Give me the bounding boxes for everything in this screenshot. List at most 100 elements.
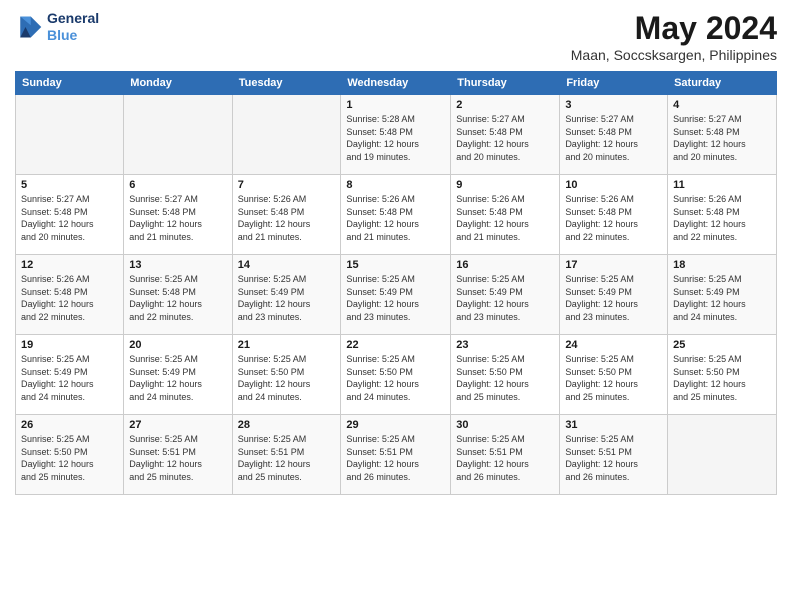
- day-number: 27: [129, 419, 226, 431]
- title-block: May 2024 Maan, Soccsksargen, Philippines: [571, 10, 777, 63]
- day-cell: 19 Sunrise: 5:25 AM Sunset: 5:49 PM Dayli…: [16, 335, 124, 415]
- day-number: 30: [456, 419, 554, 431]
- day-number: 19: [21, 339, 118, 351]
- day-info: Sunrise: 5:27 AM Sunset: 5:48 PM Dayligh…: [21, 193, 118, 243]
- day-number: 13: [129, 259, 226, 271]
- day-info: Sunrise: 5:25 AM Sunset: 5:48 PM Dayligh…: [129, 273, 226, 323]
- day-info: Sunrise: 5:26 AM Sunset: 5:48 PM Dayligh…: [21, 273, 118, 323]
- day-cell: 7 Sunrise: 5:26 AM Sunset: 5:48 PM Daylig…: [232, 175, 341, 255]
- day-cell: 27 Sunrise: 5:25 AM Sunset: 5:51 PM Dayli…: [124, 415, 232, 495]
- day-number: 18: [673, 259, 771, 271]
- day-cell: 11 Sunrise: 5:26 AM Sunset: 5:48 PM Dayli…: [668, 175, 777, 255]
- day-number: 8: [346, 179, 445, 191]
- day-cell: 4Sunrise: 5:27 AM Sunset: 5:48 PM Daylig…: [668, 95, 777, 175]
- day-cell: 22Sunrise: 5:25 AM Sunset: 5:50 PM Dayli…: [341, 335, 451, 415]
- day-number: 5: [21, 179, 118, 191]
- day-info: Sunrise: 5:26 AM Sunset: 5:48 PM Dayligh…: [238, 193, 336, 243]
- day-number: 22: [346, 339, 445, 351]
- day-cell: 21 Sunrise: 5:25 AM Sunset: 5:50 PM Dayli…: [232, 335, 341, 415]
- day-number: 20: [129, 339, 226, 351]
- day-cell: 20 Sunrise: 5:25 AM Sunset: 5:49 PM Dayli…: [124, 335, 232, 415]
- day-number: 14: [238, 259, 336, 271]
- day-header-tuesday: Tuesday: [232, 72, 341, 95]
- day-header-sunday: Sunday: [16, 72, 124, 95]
- day-header-thursday: Thursday: [451, 72, 560, 95]
- day-cell: 26 Sunrise: 5:25 AM Sunset: 5:50 PM Dayli…: [16, 415, 124, 495]
- day-cell: 30 Sunrise: 5:25 AM Sunset: 5:51 PM Dayli…: [451, 415, 560, 495]
- day-cell: 2 Sunrise: 5:27 AM Sunset: 5:48 PM Daylig…: [451, 95, 560, 175]
- logo-line1: General: [47, 10, 99, 27]
- day-number: 28: [238, 419, 336, 431]
- day-number: 9: [456, 179, 554, 191]
- day-cell: 17 Sunrise: 5:25 AM Sunset: 5:49 PM Dayli…: [560, 255, 668, 335]
- day-header-monday: Monday: [124, 72, 232, 95]
- day-info: Sunrise: 5:25 AM Sunset: 5:50 PM Dayligh…: [21, 433, 118, 483]
- day-cell: 18 Sunrise: 5:25 AM Sunset: 5:49 PM Dayli…: [668, 255, 777, 335]
- day-header-saturday: Saturday: [668, 72, 777, 95]
- day-cell: 15Sunrise: 5:25 AM Sunset: 5:49 PM Dayli…: [341, 255, 451, 335]
- week-row-5: 26 Sunrise: 5:25 AM Sunset: 5:50 PM Dayli…: [16, 415, 777, 495]
- day-number: 23: [456, 339, 554, 351]
- day-number: 2: [456, 99, 554, 111]
- day-info: Sunrise: 5:26 AM Sunset: 5:48 PM Dayligh…: [673, 193, 771, 243]
- day-cell: 6Sunrise: 5:27 AM Sunset: 5:48 PM Daylig…: [124, 175, 232, 255]
- main-title: May 2024: [571, 10, 777, 47]
- day-info: Sunrise: 5:25 AM Sunset: 5:50 PM Dayligh…: [673, 353, 771, 403]
- day-cell: 1Sunrise: 5:28 AM Sunset: 5:48 PM Daylig…: [341, 95, 451, 175]
- day-info: Sunrise: 5:26 AM Sunset: 5:48 PM Dayligh…: [456, 193, 554, 243]
- day-info: Sunrise: 5:25 AM Sunset: 5:49 PM Dayligh…: [129, 353, 226, 403]
- day-info: Sunrise: 5:26 AM Sunset: 5:48 PM Dayligh…: [565, 193, 662, 243]
- day-number: 17: [565, 259, 662, 271]
- day-number: 1: [346, 99, 445, 111]
- day-info: Sunrise: 5:25 AM Sunset: 5:50 PM Dayligh…: [238, 353, 336, 403]
- logo-text: General Blue: [47, 10, 99, 44]
- page: General Blue May 2024 Maan, Soccsksargen…: [0, 0, 792, 612]
- day-cell: [232, 95, 341, 175]
- day-info: Sunrise: 5:25 AM Sunset: 5:49 PM Dayligh…: [238, 273, 336, 323]
- day-header-friday: Friday: [560, 72, 668, 95]
- day-cell: 25 Sunrise: 5:25 AM Sunset: 5:50 PM Dayli…: [668, 335, 777, 415]
- day-info: Sunrise: 5:25 AM Sunset: 5:49 PM Dayligh…: [456, 273, 554, 323]
- day-cell: 12 Sunrise: 5:26 AM Sunset: 5:48 PM Dayli…: [16, 255, 124, 335]
- day-number: 7: [238, 179, 336, 191]
- day-header-wednesday: Wednesday: [341, 72, 451, 95]
- day-cell: 28 Sunrise: 5:25 AM Sunset: 5:51 PM Dayli…: [232, 415, 341, 495]
- day-cell: 5 Sunrise: 5:27 AM Sunset: 5:48 PM Daylig…: [16, 175, 124, 255]
- header: General Blue May 2024 Maan, Soccsksargen…: [15, 10, 777, 63]
- day-number: 21: [238, 339, 336, 351]
- day-info: Sunrise: 5:25 AM Sunset: 5:51 PM Dayligh…: [238, 433, 336, 483]
- day-cell: [124, 95, 232, 175]
- day-number: 24: [565, 339, 662, 351]
- calendar: SundayMondayTuesdayWednesdayThursdayFrid…: [15, 71, 777, 495]
- day-info: Sunrise: 5:27 AM Sunset: 5:48 PM Dayligh…: [456, 113, 554, 163]
- logo: General Blue: [15, 10, 99, 44]
- week-row-1: 1Sunrise: 5:28 AM Sunset: 5:48 PM Daylig…: [16, 95, 777, 175]
- day-cell: 10Sunrise: 5:26 AM Sunset: 5:48 PM Dayli…: [560, 175, 668, 255]
- day-info: Sunrise: 5:25 AM Sunset: 5:50 PM Dayligh…: [565, 353, 662, 403]
- day-number: 25: [673, 339, 771, 351]
- logo-icon: [15, 13, 43, 41]
- day-number: 12: [21, 259, 118, 271]
- day-cell: 14 Sunrise: 5:25 AM Sunset: 5:49 PM Dayli…: [232, 255, 341, 335]
- day-number: 11: [673, 179, 771, 191]
- day-cell: 24 Sunrise: 5:25 AM Sunset: 5:50 PM Dayli…: [560, 335, 668, 415]
- day-info: Sunrise: 5:25 AM Sunset: 5:49 PM Dayligh…: [565, 273, 662, 323]
- day-info: Sunrise: 5:25 AM Sunset: 5:49 PM Dayligh…: [21, 353, 118, 403]
- day-cell: 31Sunrise: 5:25 AM Sunset: 5:51 PM Dayli…: [560, 415, 668, 495]
- day-cell: 16 Sunrise: 5:25 AM Sunset: 5:49 PM Dayli…: [451, 255, 560, 335]
- day-cell: [16, 95, 124, 175]
- day-info: Sunrise: 5:25 AM Sunset: 5:51 PM Dayligh…: [129, 433, 226, 483]
- day-info: Sunrise: 5:27 AM Sunset: 5:48 PM Dayligh…: [673, 113, 771, 163]
- day-cell: 29 Sunrise: 5:25 AM Sunset: 5:51 PM Dayli…: [341, 415, 451, 495]
- day-number: 16: [456, 259, 554, 271]
- day-info: Sunrise: 5:25 AM Sunset: 5:51 PM Dayligh…: [565, 433, 662, 483]
- day-number: 29: [346, 419, 445, 431]
- day-info: Sunrise: 5:25 AM Sunset: 5:51 PM Dayligh…: [346, 433, 445, 483]
- subtitle: Maan, Soccsksargen, Philippines: [571, 47, 777, 63]
- day-info: Sunrise: 5:25 AM Sunset: 5:51 PM Dayligh…: [456, 433, 554, 483]
- day-info: Sunrise: 5:25 AM Sunset: 5:49 PM Dayligh…: [346, 273, 445, 323]
- day-info: Sunrise: 5:25 AM Sunset: 5:49 PM Dayligh…: [673, 273, 771, 323]
- day-cell: 9 Sunrise: 5:26 AM Sunset: 5:48 PM Daylig…: [451, 175, 560, 255]
- day-cell: 23Sunrise: 5:25 AM Sunset: 5:50 PM Dayli…: [451, 335, 560, 415]
- day-number: 26: [21, 419, 118, 431]
